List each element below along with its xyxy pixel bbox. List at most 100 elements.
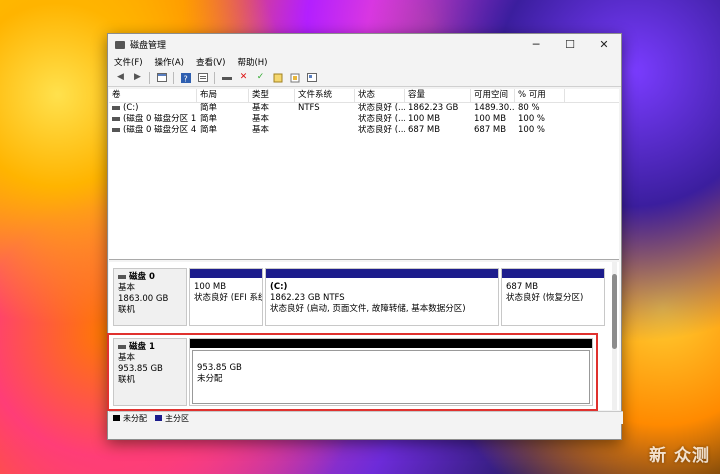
disk-icon — [118, 344, 126, 349]
toolbar-separator — [173, 71, 174, 84]
cell-volume: (磁盘 0 磁盘分区 1) — [123, 114, 197, 124]
toolbar-separator — [214, 71, 215, 84]
cell-filesystem — [295, 125, 355, 136]
cell-filesystem — [295, 114, 355, 125]
partition-bar — [190, 269, 262, 278]
cell-volume: (磁盘 0 磁盘分区 4) — [123, 125, 197, 135]
disk-graphical-view: 磁盘 0 基本 1863.00 GB 联机 100 MB 状态良好 (EFI 系… — [109, 262, 619, 410]
col-capacity[interactable]: 容量 — [405, 89, 471, 102]
disk-0-size: 1863.00 GB — [118, 294, 169, 304]
table-row[interactable]: (磁盘 0 磁盘分区 4) 简单 基本 状态良好 (... 687 MB 687… — [109, 125, 619, 136]
disk-1-type: 基本 — [118, 353, 136, 363]
col-filesystem[interactable]: 文件系统 — [295, 89, 355, 102]
menu-help[interactable]: 帮助(H) — [237, 56, 267, 68]
cell-layout: 简单 — [200, 103, 218, 113]
table-row[interactable]: (磁盘 0 磁盘分区 1) 简单 基本 状态良好 (... 100 MB 100… — [109, 114, 619, 125]
partition-bar — [190, 339, 592, 348]
cell-type: 基本 — [252, 125, 270, 135]
cell-status: 状态良好 (... — [358, 103, 405, 113]
cell-type: 基本 — [252, 114, 270, 124]
disk-1-unallocated-space[interactable]: 953.85 GB 未分配 — [189, 338, 593, 406]
minimize-button[interactable]: ─ — [519, 34, 553, 55]
menu-bar: 文件(F) 操作(A) 查看(V) 帮助(H) — [108, 55, 621, 69]
disk-1-name: 磁盘 1 — [129, 342, 155, 352]
cell-capacity: 100 MB — [408, 114, 441, 124]
partition-status: 状态良好 (EFI 系统 — [194, 293, 262, 303]
partition-bar — [502, 269, 604, 278]
disk-0-label[interactable]: 磁盘 0 基本 1863.00 GB 联机 — [113, 268, 187, 326]
cell-percent-free: 80 % — [518, 103, 540, 113]
cell-type: 基本 — [252, 103, 270, 113]
disk-management-window: 磁盘管理 ─ ☐ ✕ 文件(F) 操作(A) 查看(V) 帮助(H) ◀ ▶ ?… — [107, 33, 623, 440]
cell-free-space: 100 MB — [474, 114, 507, 124]
back-arrow-icon[interactable]: ◀ — [115, 72, 126, 83]
legend: 未分配 主分区 — [109, 411, 623, 424]
cell-status: 状态良好 (... — [358, 125, 405, 135]
disk-1-label[interactable]: 磁盘 1 基本 953.85 GB 联机 — [113, 338, 187, 406]
col-layout[interactable]: 布局 — [197, 89, 249, 102]
menu-view[interactable]: 查看(V) — [196, 56, 225, 68]
volume-list-header: 卷 布局 类型 文件系统 状态 容量 可用空间 % 可用 — [109, 89, 619, 103]
drive-icon — [112, 105, 120, 110]
table-row[interactable]: (C:) 简单 基本 NTFS 状态良好 (... 1862.23 GB 148… — [109, 103, 619, 114]
disk-management-icon — [115, 40, 125, 49]
cell-percent-free: 100 % — [518, 114, 546, 124]
disk-0-row: 磁盘 0 基本 1863.00 GB 联机 100 MB 状态良好 (EFI 系… — [113, 268, 605, 326]
cell-capacity: 1862.23 GB — [408, 103, 459, 113]
disk-0-type: 基本 — [118, 283, 136, 293]
maximize-button[interactable]: ☐ — [553, 34, 587, 55]
disk-1-row: 磁盘 1 基本 953.85 GB 联机 953.85 GB 未分配 — [113, 338, 605, 406]
check-icon[interactable]: ✓ — [255, 72, 266, 83]
console-tree-icon[interactable] — [156, 72, 167, 83]
disk-1-status: 联机 — [118, 375, 136, 385]
unallocated-swatch-icon — [113, 415, 120, 421]
view-icon[interactable] — [306, 72, 317, 83]
format-icon[interactable] — [289, 72, 300, 83]
cell-free-space: 687 MB — [474, 125, 507, 135]
watermark: 新 众测 — [649, 446, 710, 466]
drive-icon — [112, 116, 120, 121]
scrollbar-thumb[interactable] — [612, 274, 617, 349]
cell-layout: 简单 — [200, 114, 218, 124]
delete-icon[interactable]: ✕ — [238, 72, 249, 83]
new-volume-icon[interactable] — [272, 72, 283, 83]
close-button[interactable]: ✕ — [587, 34, 621, 55]
menu-file[interactable]: 文件(F) — [114, 56, 143, 68]
col-type[interactable]: 类型 — [249, 89, 295, 102]
partition-status: 状态良好 (启动, 页面文件, 故障转储, 基本数据分区) — [270, 304, 466, 314]
cell-filesystem: NTFS — [298, 103, 320, 113]
cell-percent-free: 100 % — [518, 125, 546, 135]
partition-status: 状态良好 (恢复分区) — [506, 293, 584, 303]
connect-icon[interactable] — [221, 72, 232, 83]
partition-name: (C:) — [270, 282, 288, 292]
title-bar[interactable]: 磁盘管理 ─ ☐ ✕ — [108, 34, 621, 55]
col-free-space[interactable]: 可用空间 — [471, 89, 515, 102]
partition-size: 953.85 GB — [197, 363, 242, 373]
partition-status: 未分配 — [197, 374, 223, 384]
vertical-scrollbar[interactable] — [612, 262, 617, 410]
partition-size: 100 MB — [194, 282, 227, 292]
cell-capacity: 687 MB — [408, 125, 441, 135]
col-status[interactable]: 状态 — [355, 89, 405, 102]
partition-bar — [266, 269, 498, 278]
forward-arrow-icon[interactable]: ▶ — [132, 72, 143, 83]
toolbar: ◀ ▶ ? ✕ ✓ — [108, 69, 621, 87]
disk-0-c-partition[interactable]: (C:) 1862.23 GB NTFS 状态良好 (启动, 页面文件, 故障转… — [265, 268, 499, 326]
help-icon[interactable]: ? — [180, 72, 191, 83]
legend-unallocated: 未分配 — [123, 413, 147, 423]
partition-size: 1862.23 GB NTFS — [270, 293, 345, 303]
col-volume[interactable]: 卷 — [109, 89, 197, 102]
primary-partition-swatch-icon — [155, 415, 162, 421]
properties-icon[interactable] — [197, 72, 208, 83]
cell-layout: 简单 — [200, 125, 218, 135]
col-percent-free[interactable]: % 可用 — [515, 89, 565, 102]
disk-icon — [118, 274, 126, 279]
disk-0-status: 联机 — [118, 305, 136, 315]
disk-0-efi-partition[interactable]: 100 MB 状态良好 (EFI 系统 — [189, 268, 263, 326]
disk-0-recovery-partition[interactable]: 687 MB 状态良好 (恢复分区) — [501, 268, 605, 326]
cell-free-space: 1489.30... — [474, 103, 515, 113]
disk-0-name: 磁盘 0 — [129, 272, 155, 282]
toolbar-separator — [149, 71, 150, 84]
drive-icon — [112, 127, 120, 132]
menu-action[interactable]: 操作(A) — [155, 56, 184, 68]
